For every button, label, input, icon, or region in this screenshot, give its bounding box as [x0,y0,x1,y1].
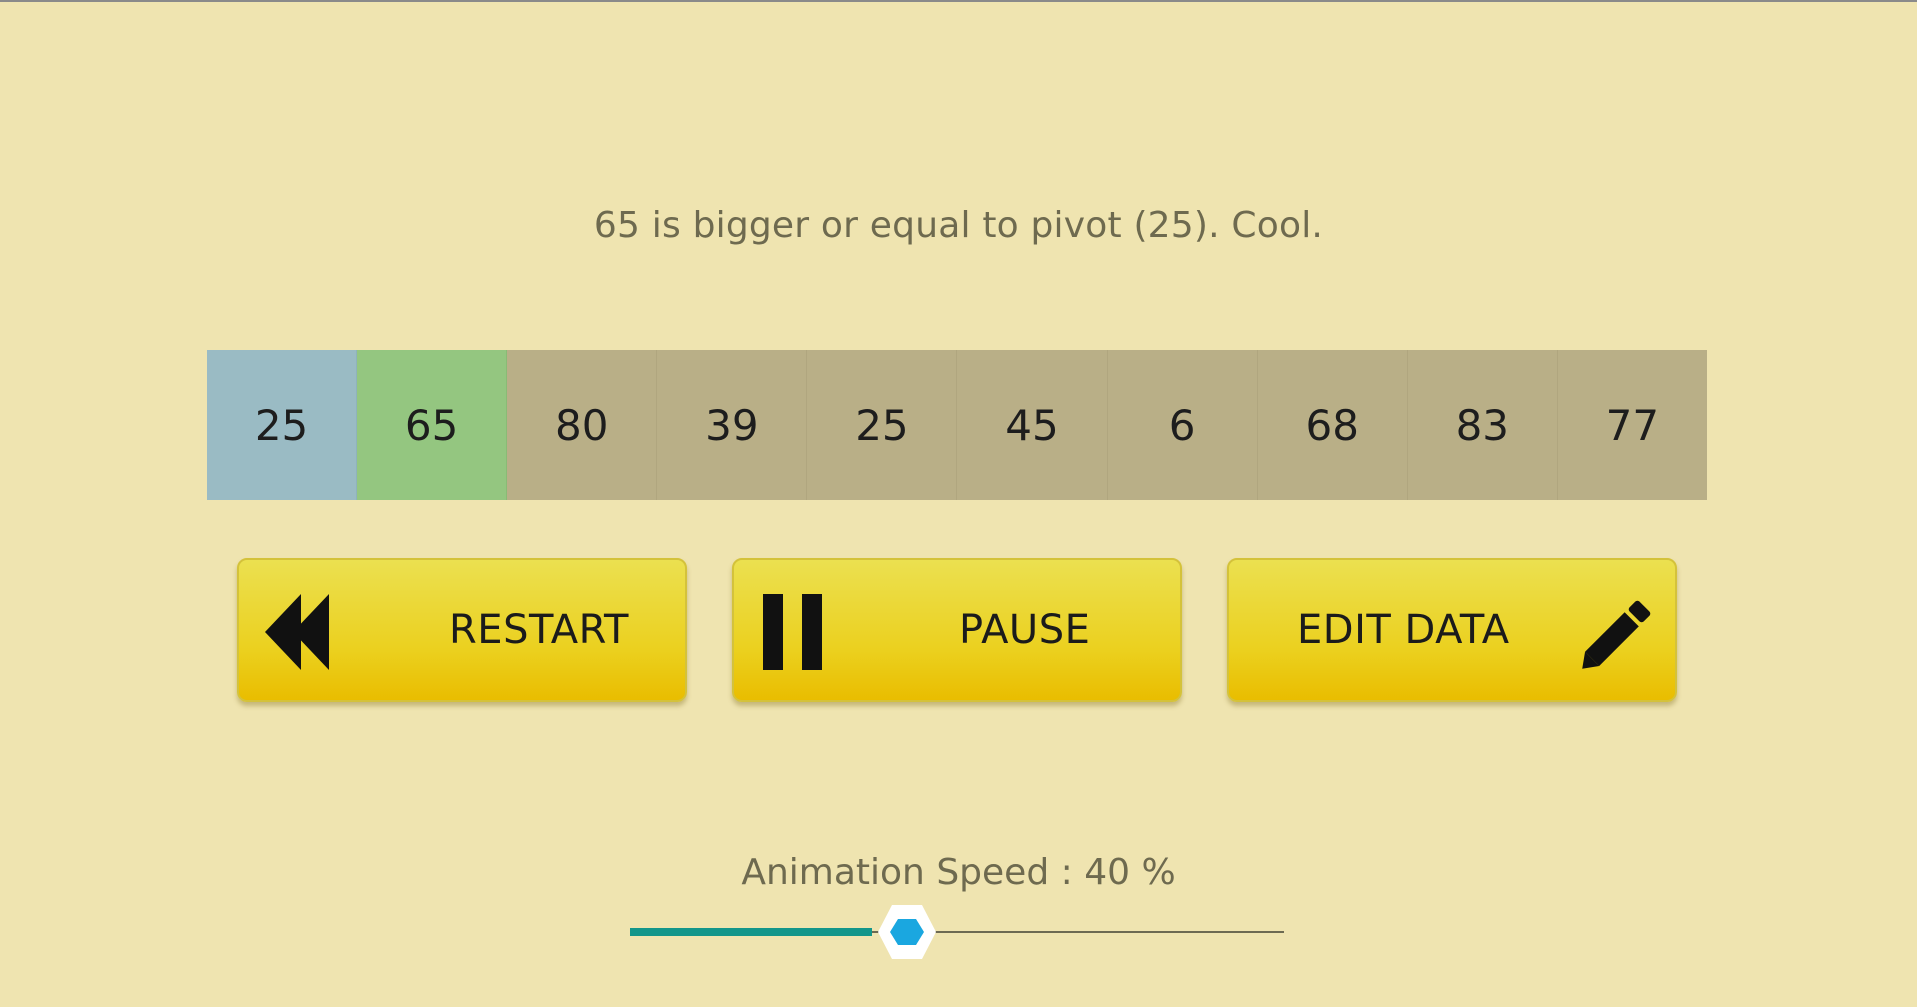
edit-data-button[interactable]: EDIT DATA [1227,558,1677,702]
array-cell: 25 [807,350,958,500]
animation-speed-slider[interactable] [630,905,1284,959]
top-border [0,0,1917,2]
array-cell: 68 [1257,350,1408,500]
edit-data-label: EDIT DATA [1297,607,1510,653]
array-cell: 39 [657,350,808,500]
pencil-icon [1582,600,1651,669]
rewind-icon [265,594,329,670]
slider-thumb[interactable] [877,904,937,960]
pause-label: PAUSE [959,607,1091,653]
status-message: 65 is bigger or equal to pivot (25). Coo… [593,205,1324,246]
array-cell: 77 [1557,350,1707,500]
array-cell: 80 [507,350,658,500]
array-cell: 45 [957,350,1108,500]
pause-button[interactable]: PAUSE [732,558,1182,702]
array-cell-pivot: 25 [207,350,358,500]
restart-button[interactable]: RESTART [237,558,687,702]
slider-fill [630,928,872,936]
array-cell: 6 [1107,350,1258,500]
animation-speed-label: Animation Speed : 40 % [741,852,1176,893]
restart-label: RESTART [449,607,629,653]
array-bar: 25 65 80 39 25 45 6 68 83 77 [207,350,1707,500]
array-cell: 83 [1407,350,1558,500]
array-cell-current: 65 [357,350,508,500]
pause-icon [763,594,822,670]
